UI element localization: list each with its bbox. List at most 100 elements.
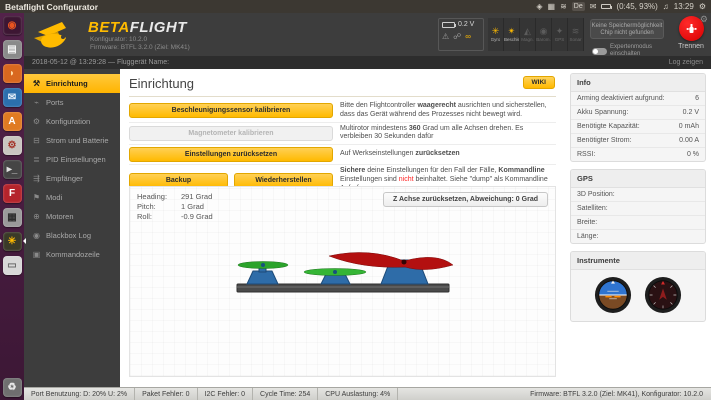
gps-panel: GPS 3D Position: Satelliten: Breite: Län…	[570, 169, 706, 244]
statusbar-segment: Port Benutzung: D: 20% U: 2%	[24, 388, 135, 400]
attitude-row-roll: Roll: -0.9 Grad	[137, 212, 213, 222]
sensor-gps: ✦ GPS	[552, 18, 568, 51]
sidebar-item-empfänger[interactable]: ⇶ Empfänger	[24, 169, 120, 188]
firmware-version: Firmware: BTFL 3.2.0 (Ziel: MK41)	[90, 44, 190, 51]
setup-row-note: Auf Werkseinstellungen zurücksetzen	[340, 150, 460, 159]
battery-icon	[601, 4, 611, 9]
betaflight-logo	[32, 18, 86, 52]
sidebar-item-blackbox-log[interactable]: ◉ Blackbox Log	[24, 226, 120, 245]
toggle-switch[interactable]	[592, 48, 607, 55]
warning-icon: ⚠	[442, 32, 449, 41]
launcher-item-archive-tool[interactable]: A	[3, 112, 22, 131]
antenna-icon: ☍	[453, 32, 461, 41]
launcher-item-file-manager[interactable]: ▤	[3, 40, 22, 59]
statusbar-segment: Cycle Time: 254	[253, 388, 318, 400]
panel-row-breite: Breite:	[571, 216, 705, 230]
sidebar-nav: ⚒ Einrichtung ⌁ Ports ⚙ Konfiguration ⊟ …	[24, 69, 120, 387]
page-title: Einrichtung	[129, 76, 556, 97]
magnetometer-kalibrieren-button: Magnetometer kalibrieren	[129, 126, 333, 141]
volume-icon[interactable]: ♫	[663, 3, 669, 11]
panel-row-3d-position: 3D Position:	[571, 188, 705, 202]
panel-row-arming-deaktiviert-aufgrund: Arming deaktiviert aufgrund: 6	[571, 92, 705, 106]
os-topbar: Betaflight Configurator ◈ ▦ ≋ De ✉ (0:45, …	[0, 0, 711, 13]
brand-name: BETAFLIGHT	[88, 19, 187, 36]
info-panel-title: Info	[571, 74, 705, 92]
disconnect-label: Trennen	[670, 43, 711, 50]
launcher-item-thunderbird[interactable]: ✉	[3, 88, 22, 107]
clock[interactable]: 13:29	[674, 2, 694, 11]
sidebar-item-motoren[interactable]: ⊕ Motoren	[24, 207, 120, 226]
statusbar-segment: Paket Fehler: 0	[135, 388, 197, 400]
configurator-version: Konfigurator: 10.2.0	[90, 36, 147, 43]
session-gear-icon[interactable]: ⚙	[699, 3, 706, 11]
battery-status-box: 0.2 V ⚠ ☍ ∞	[438, 18, 484, 51]
setup-row-note: Bitte den Flightcontroller waagerecht au…	[340, 102, 556, 120]
einstellungen-zurücksetzen-button[interactable]: Einstellungen zurücksetzen	[129, 147, 333, 162]
betaflight-window: BETAFLIGHT Konfigurator: 10.2.0 Firmware…	[24, 13, 711, 400]
sensor-status-bar: ✳ Gyro ✴ Beschle ◭ Magn. ◉ Barom. ✦ GPS …	[488, 18, 584, 51]
window-title: Betaflight Configurator	[5, 2, 98, 12]
panel-row-benötigter-strom: Benötigter Strom: 0.00 A	[571, 134, 705, 148]
launcher-item-betaflight[interactable]: ✳	[3, 232, 22, 251]
sidebar-item-pid-einstellungen[interactable]: ≣ PID Einstellungen	[24, 150, 120, 169]
heading-indicator-gauge	[644, 276, 682, 314]
tray-network-icon[interactable]: ≋	[560, 3, 567, 11]
panel-row-akku-spannung: Akku Spannung: 0.2 V	[571, 106, 705, 120]
panel-row-länge: Länge:	[571, 230, 705, 243]
battery-level-icon	[442, 22, 455, 28]
tray-app-indicator-icon[interactable]: ◈	[536, 3, 542, 11]
connection-timestamp: 2018-05-12 @ 13:29:28 — Fluggerät Name:	[32, 59, 169, 66]
battery-voltage: 0.2 V	[458, 21, 474, 28]
attitude-indicator-gauge	[594, 276, 632, 314]
gps-panel-rows: 3D Position: Satelliten: Breite: Länge:	[571, 188, 705, 243]
tray-workspace-grid-icon[interactable]: ▦	[548, 3, 556, 11]
sidebar-item-ports[interactable]: ⌁ Ports	[24, 93, 120, 112]
system-tray: ◈ ▦ ≋ De ✉ (0:45, 93%) ♫ 13:29 ⚙	[536, 2, 706, 11]
sensor-magn: ◭ Magn.	[520, 18, 536, 51]
instruments-panel: Instrumente	[570, 251, 706, 322]
info-panel: Info Arming deaktiviert aufgrund: 6 Akku…	[570, 73, 706, 162]
setup-row-note: Multirotor mindestens 360 Grad um alle A…	[340, 125, 556, 143]
reset-z-axis-button[interactable]: Z Achse zurücksetzen, Abweichung: 0 Grad	[383, 192, 548, 207]
sensor-barom: ◉ Barom.	[536, 18, 552, 51]
model-preview-box: Heading: 291 Grad Pitch: 1 Grad Roll: -0…	[129, 186, 556, 377]
attitude-row-pitch: Pitch: 1 Grad	[137, 202, 213, 212]
usb-link-icon: ∞	[465, 32, 471, 41]
wiki-button[interactable]: WIKI	[523, 76, 555, 89]
keyboard-layout-indicator[interactable]: De	[572, 2, 585, 11]
sidebar-item-konfiguration[interactable]: ⚙ Konfiguration	[24, 112, 120, 131]
sidebar-item-kommandozeile[interactable]: ▣ Kommandozeile	[24, 245, 120, 264]
statusbar-segment: CPU Auslastung: 4%	[318, 388, 398, 400]
instruments-panel-title: Instrumente	[571, 252, 705, 270]
launcher-item-firefox[interactable]: ◗	[3, 64, 22, 83]
show-log-link[interactable]: Log zeigen	[669, 59, 703, 66]
launcher-item-fc-app[interactable]: F	[3, 184, 22, 203]
launcher-item-trash[interactable]: ♻	[3, 378, 22, 397]
ubuntu-launcher: ◉ ▤ ◗ ✉ A ⚙ ▸_ F ▦ ✳ ▭ ♻	[0, 13, 24, 400]
main-content: Einrichtung WIKI Beschleunigungssensor k…	[120, 69, 565, 387]
battery-status-text: (0:45, 93%)	[616, 2, 657, 11]
settings-gear-icon[interactable]: ⚙	[700, 14, 708, 25]
statusbar-segment: I2C Fehler: 0	[198, 388, 253, 400]
setup-actions: Beschleunigungssensor kalibrieren Bitte …	[129, 100, 556, 196]
setup-row: Magnetometer kalibrieren Multirotor mind…	[129, 123, 556, 146]
no-storage-notice: Keine Speichermöglichkeit Chip nicht gef…	[590, 19, 664, 39]
attitude-readout: Heading: 291 Grad Pitch: 1 Grad Roll: -0…	[137, 192, 213, 222]
launcher-item-dash-home[interactable]: ◉	[3, 16, 22, 35]
connection-statusline: 2018-05-12 @ 13:29:28 — Fluggerät Name: …	[24, 56, 711, 69]
panel-row-rssi: RSSI: 0 %	[571, 148, 705, 161]
attitude-row-heading: Heading: 291 Grad	[137, 192, 213, 202]
launcher-item-terminal[interactable]: ▸_	[3, 160, 22, 179]
sidebar-item-einrichtung[interactable]: ⚒ Einrichtung	[24, 74, 120, 93]
gps-panel-title: GPS	[571, 170, 705, 188]
setup-row: Einstellungen zurücksetzen Auf Werkseins…	[129, 145, 556, 165]
sidebar-item-modi[interactable]: ⚑ Modi	[24, 188, 120, 207]
mail-icon[interactable]: ✉	[590, 3, 597, 11]
sensor-gyro: ✳ Gyro	[488, 18, 504, 51]
sidebar-item-strom-und-batterie[interactable]: ⊟ Strom und Batterie	[24, 131, 120, 150]
launcher-item-calculator[interactable]: ▦	[3, 208, 22, 227]
drone-3d-model[interactable]	[223, 241, 463, 311]
beschleunigungssensor-kalibrieren-button[interactable]: Beschleunigungssensor kalibrieren	[129, 103, 333, 118]
launcher-item-removable-drive[interactable]: ▭	[3, 256, 22, 275]
launcher-item-system-settings[interactable]: ⚙	[3, 136, 22, 155]
